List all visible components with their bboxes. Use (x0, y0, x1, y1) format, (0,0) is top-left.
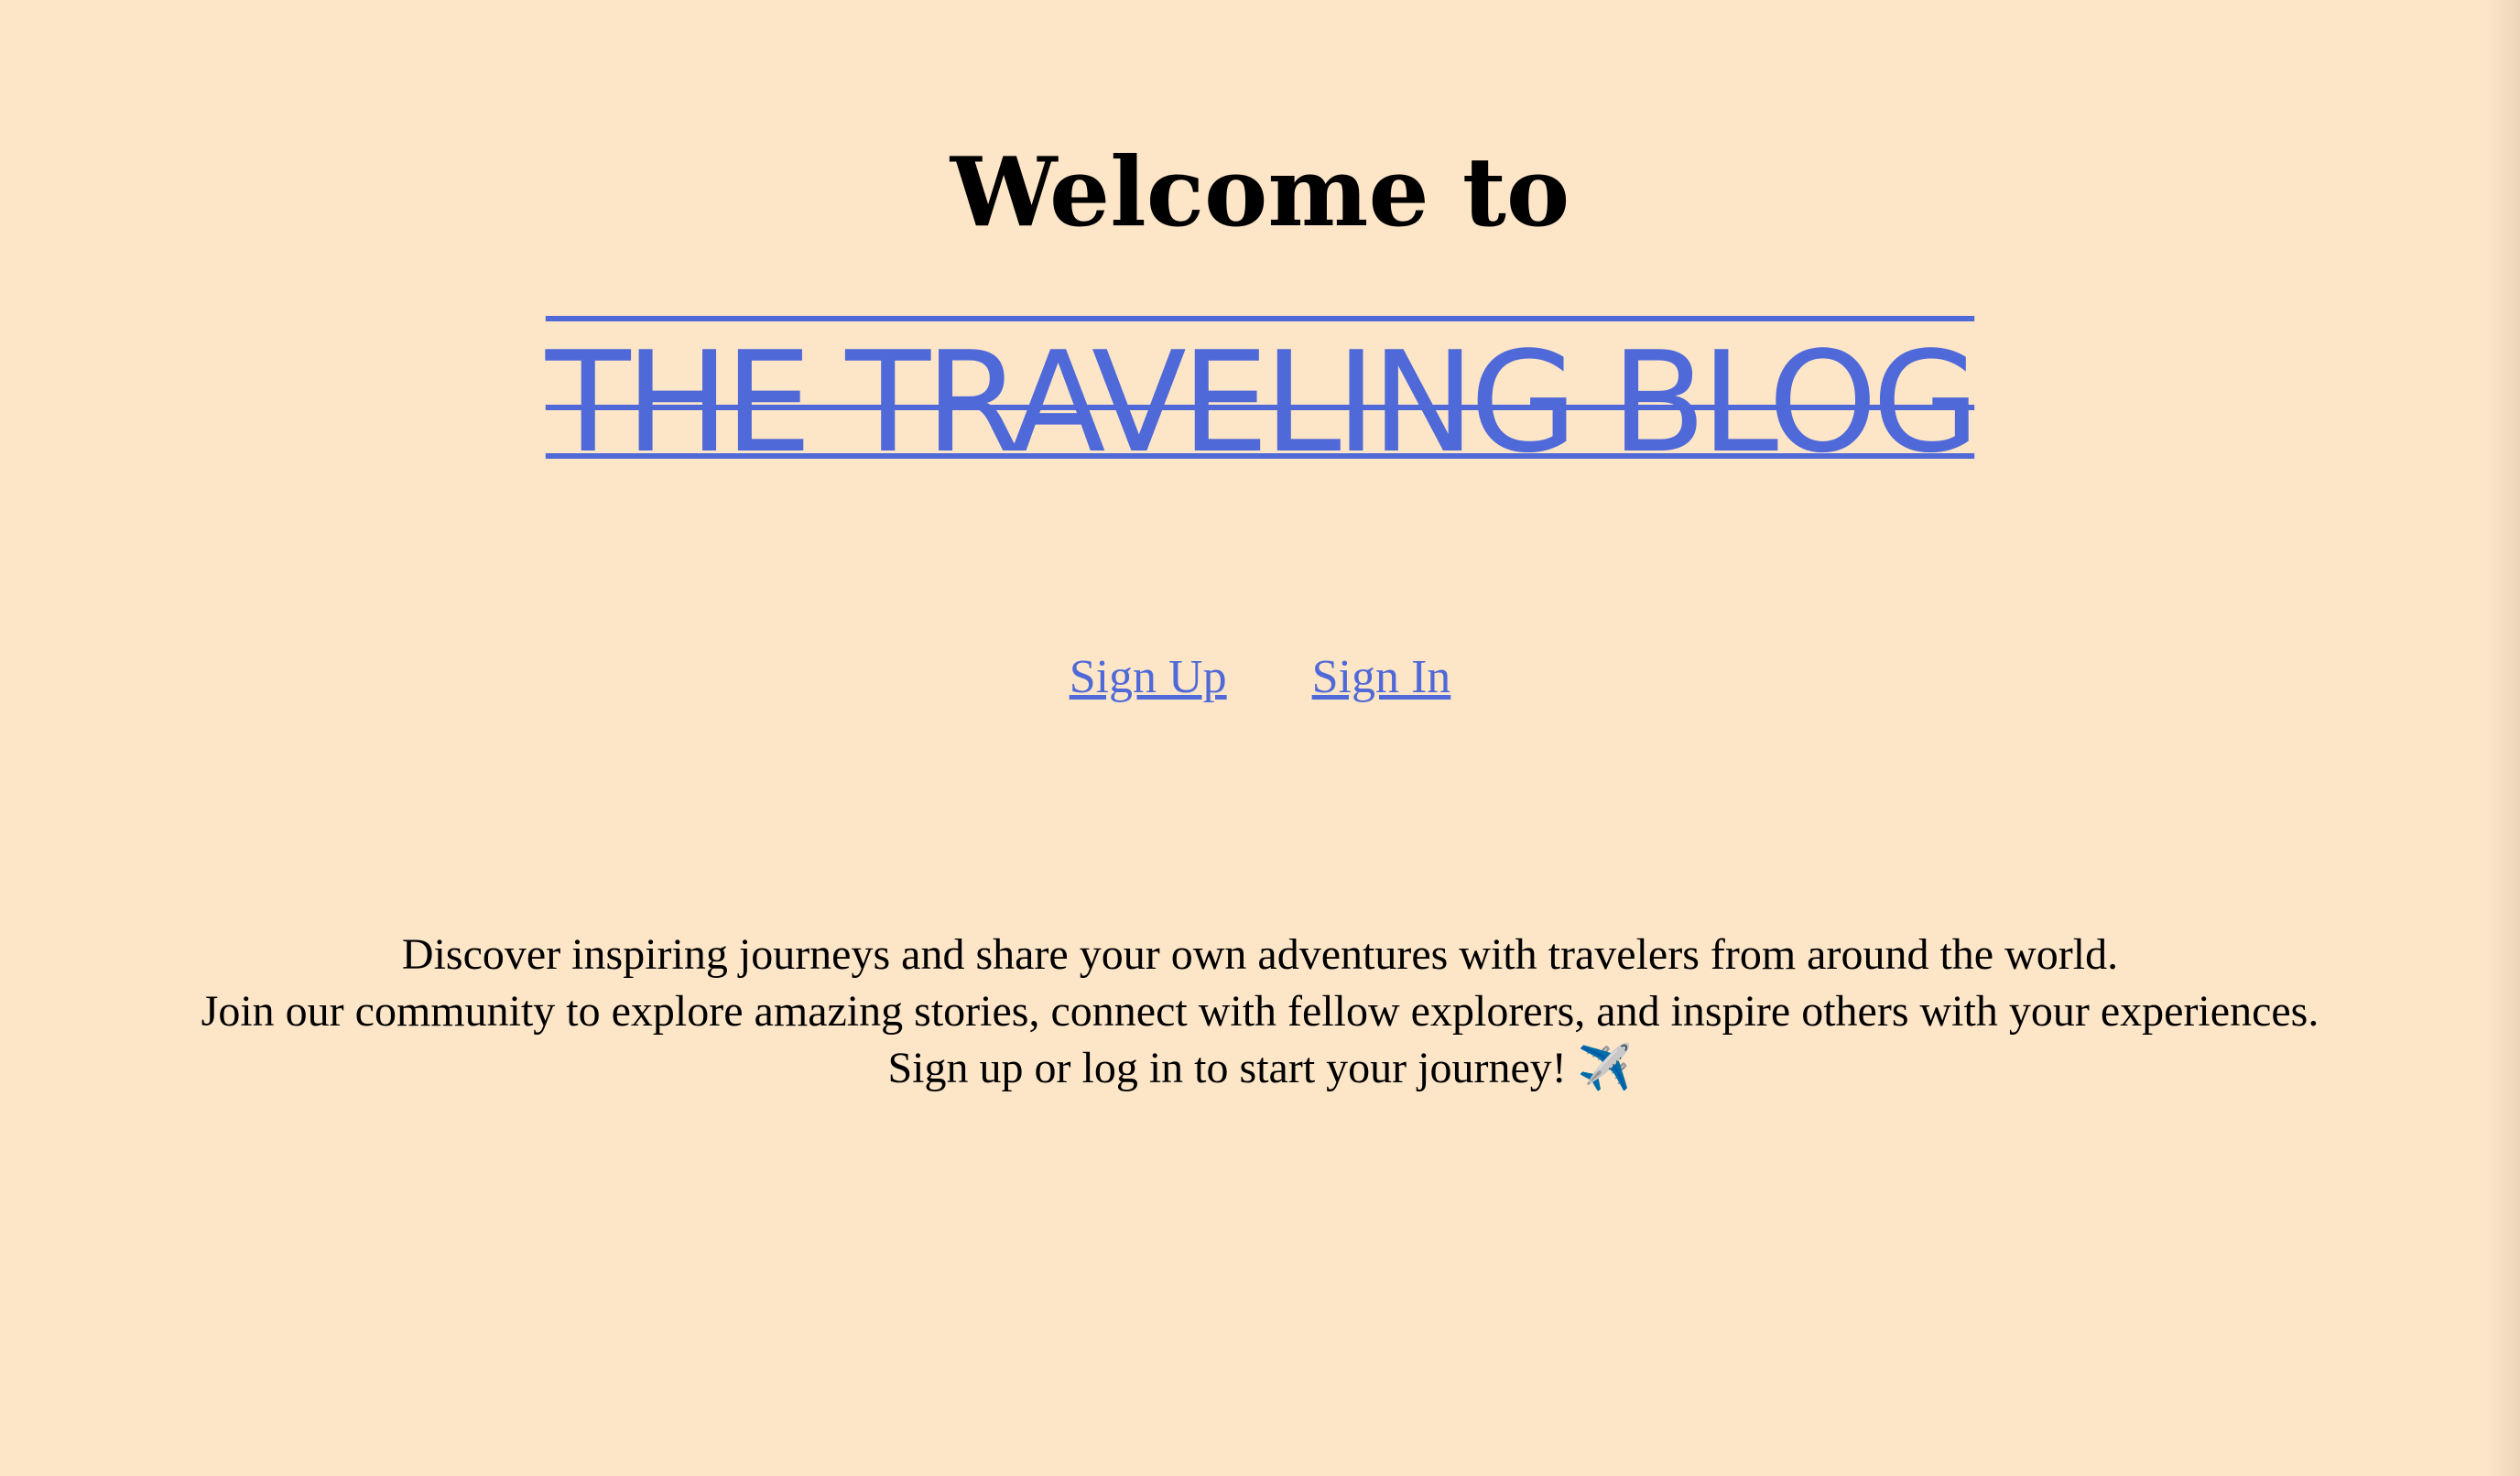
intro-line-1: Discover inspiring journeys and share yo… (401, 930, 2119, 979)
intro-text: Discover inspiring journeys and share yo… (0, 927, 2520, 1097)
blog-title: THE TRAVELING BLOG (545, 321, 1980, 483)
intro-line-3: Sign up or log in to start your journey!… (887, 1044, 1633, 1092)
sign-in-link[interactable]: Sign In (1312, 651, 1451, 703)
landing-page: Welcome to THE TRAVELING BLOG Sign Up Si… (0, 0, 2520, 1476)
window-edge-shadow (2487, 0, 2520, 1476)
auth-links: Sign Up Sign In (0, 641, 2520, 714)
welcome-heading: Welcome to (950, 136, 1570, 248)
sign-up-link[interactable]: Sign Up (1070, 651, 1227, 703)
intro-line-2: Join our community to explore amazing st… (201, 987, 2319, 1036)
